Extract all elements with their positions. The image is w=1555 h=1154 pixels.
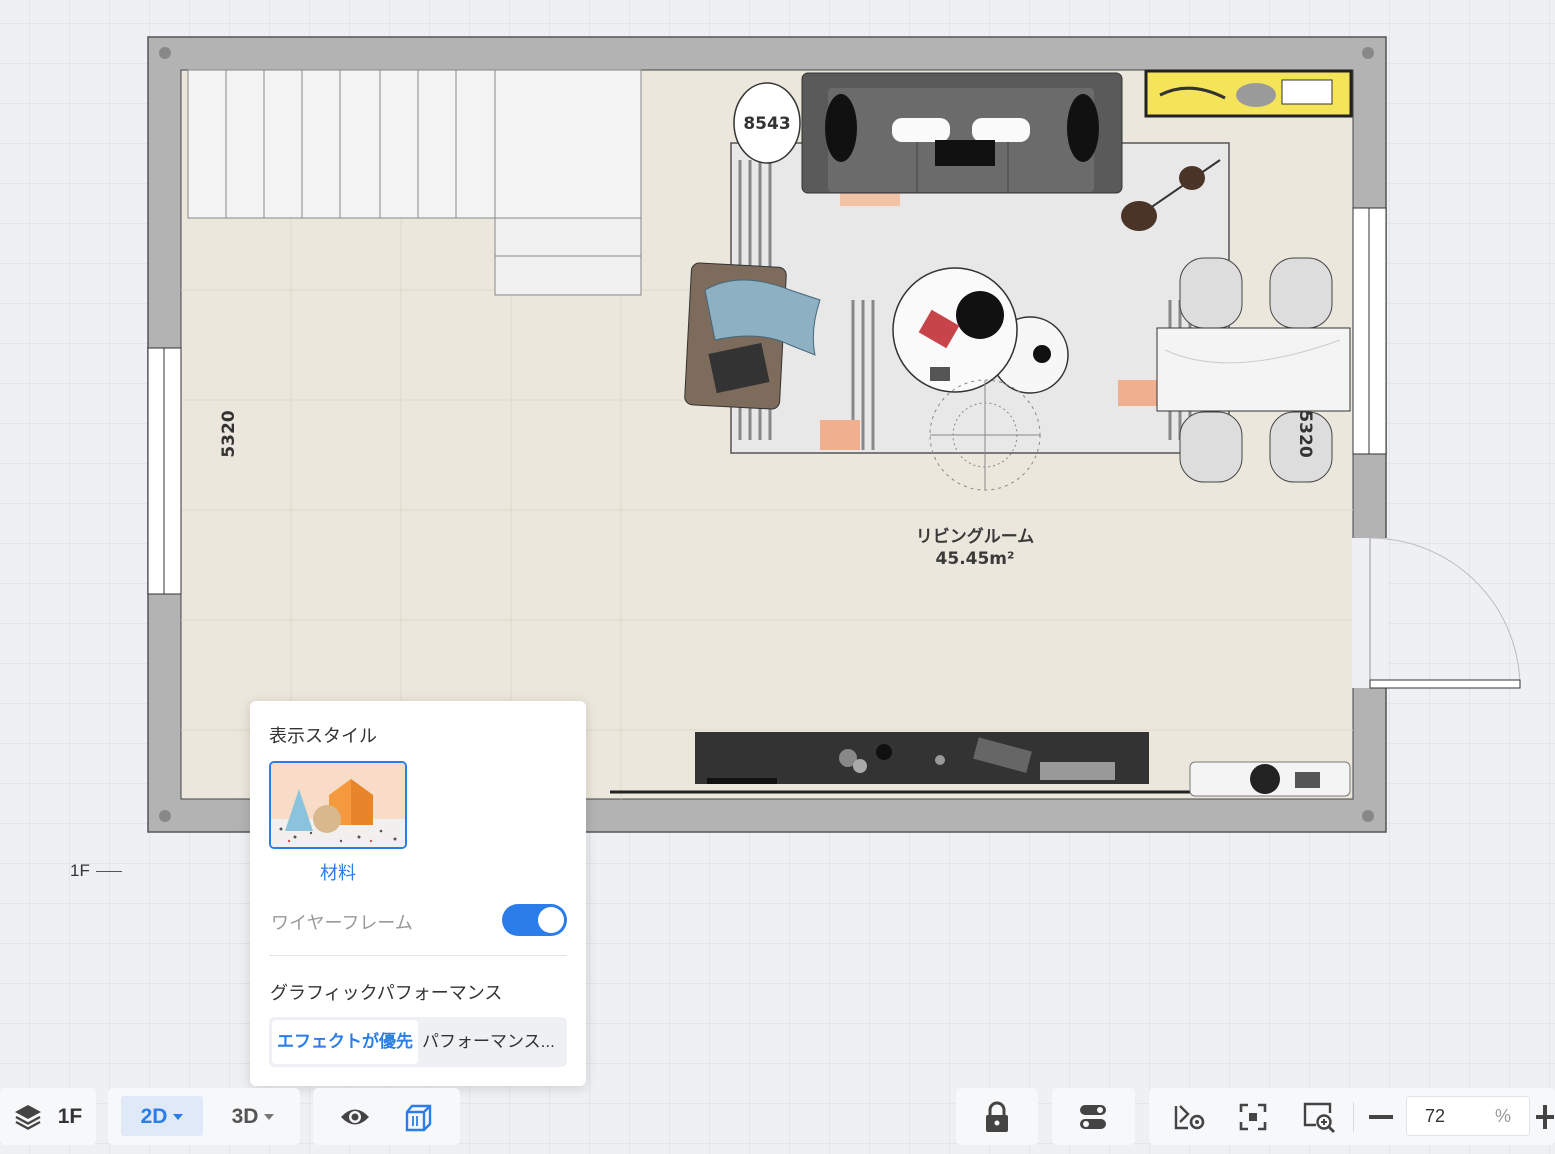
zoom-unit: %	[1494, 1106, 1511, 1126]
view-mode-group: 2D 3D	[108, 1088, 300, 1145]
sofa[interactable]	[801, 72, 1123, 194]
floor-label: 1F	[57, 1104, 83, 1128]
window-left[interactable]	[147, 347, 182, 595]
toolbar-separator	[1353, 1102, 1354, 1132]
zoom-in-icon[interactable]	[1536, 1088, 1555, 1145]
option-effect-priority[interactable]: エフェクトが優先	[272, 1020, 418, 1064]
dimension-top-label: 8543	[743, 114, 790, 134]
toggle-settings-icon[interactable]	[1073, 1088, 1113, 1145]
chevron-down-icon	[173, 1113, 184, 1120]
render-settings-icon[interactable]	[1169, 1088, 1209, 1145]
window-right[interactable]	[1352, 207, 1387, 455]
performance-segmented-control: エフェクトが優先 パフォーマンス...	[269, 1017, 567, 1067]
eye-icon[interactable]	[335, 1088, 375, 1145]
cube-icon[interactable]	[397, 1088, 441, 1145]
floor-level-tag: 1F	[70, 861, 122, 881]
lock-icon[interactable]	[977, 1088, 1017, 1145]
zoom-input[interactable]: 72 %	[1406, 1096, 1530, 1136]
wireframe-label: ワイヤーフレーム	[271, 913, 413, 933]
wireframe-toggle[interactable]	[502, 904, 567, 936]
display-group	[313, 1088, 460, 1145]
chevron-down-icon	[264, 1113, 275, 1120]
door-right[interactable]	[1352, 537, 1521, 689]
view-2d-label: 2D	[140, 1104, 168, 1128]
option-performance-priority[interactable]: パフォーマンス...	[422, 1020, 564, 1064]
dimension-bottom-label[interactable]: 8543	[743, 741, 791, 762]
floor-level-line	[95, 871, 122, 873]
lock-group	[956, 1088, 1038, 1145]
material-style-label[interactable]: 材料	[269, 859, 407, 885]
view-2d-button[interactable]: 2D	[121, 1088, 203, 1145]
room-name[interactable]: リビングルーム	[916, 526, 1035, 547]
dimension-left-label[interactable]: 5320	[219, 410, 239, 457]
zoom-fit-icon[interactable]	[1297, 1088, 1341, 1145]
display-style-popup: 表示スタイル 材料 ワイヤーフレーム グラフィックパフォーマンス エフェクトが優…	[250, 701, 586, 1086]
toggle-settings-group	[1052, 1088, 1135, 1145]
popup-divider	[269, 955, 567, 956]
zoom-value: 72	[1425, 1106, 1446, 1126]
focus-icon[interactable]	[1233, 1088, 1273, 1145]
toggle-knob	[538, 907, 564, 933]
plant-stand[interactable]	[1189, 761, 1351, 797]
view-3d-label: 3D	[231, 1104, 259, 1128]
floor-selector[interactable]: 1F	[0, 1088, 96, 1145]
layers-icon	[10, 1088, 46, 1145]
material-style-card[interactable]	[269, 761, 407, 849]
dimension-top[interactable]: 8543	[733, 82, 801, 164]
room-area: 45.45m²	[936, 549, 1015, 569]
display-style-title: 表示スタイル	[269, 726, 377, 746]
zoom-out-icon[interactable]	[1365, 1088, 1397, 1145]
graphics-performance-title: グラフィックパフォーマンス	[270, 983, 503, 1003]
yellow-cabinet[interactable]	[1144, 69, 1353, 118]
dimension-right-label[interactable]: 5320	[1295, 410, 1315, 457]
floor-level-label: 1F	[70, 861, 90, 880]
view-3d-button[interactable]: 3D	[212, 1088, 294, 1145]
material-preview-icon	[271, 763, 405, 847]
floor-plan-canvas[interactable]: 8543 8543 5320 5320 リビングルーム 45.45m²	[0, 0, 1555, 1154]
